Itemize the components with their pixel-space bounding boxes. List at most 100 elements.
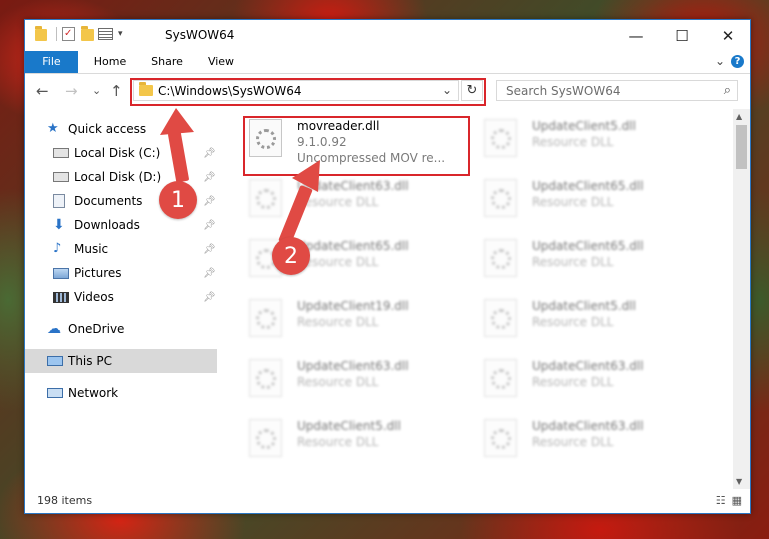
file-type: Resource DLL <box>532 375 614 389</box>
close-button[interactable]: ✕ <box>705 20 751 51</box>
downloads-icon: ⬇ <box>53 217 65 233</box>
scroll-down-icon[interactable]: ▼ <box>736 477 742 486</box>
file-item[interactable]: UpdateClient65.dll Resource DLL <box>484 239 704 299</box>
file-name: UpdateClient63.dll <box>297 179 409 193</box>
up-button[interactable]: ↑ <box>110 82 123 100</box>
sidebar-item-label: Downloads <box>74 218 140 232</box>
sidebar-item-label: Network <box>68 386 119 400</box>
sidebar-item-downloads[interactable]: ⬇ Downloads 📌︎ <box>53 213 218 237</box>
tiles-view-icon[interactable]: ▦ <box>732 494 742 507</box>
tab-view[interactable]: View <box>199 51 243 73</box>
search-placeholder: Search SysWOW64 <box>506 84 621 98</box>
dll-file-icon <box>484 359 517 397</box>
sidebar-item-onedrive[interactable]: ☁ OneDrive <box>47 317 217 341</box>
file-name: UpdateClient63.dll <box>532 359 644 373</box>
drive-icon <box>53 148 69 158</box>
sidebar-item-this-pc[interactable]: This PC <box>25 349 217 373</box>
file-name: UpdateClient5.dll <box>532 299 636 313</box>
dll-file-icon <box>484 299 517 337</box>
sidebar-item-label: Videos <box>74 290 114 304</box>
search-input[interactable]: Search SysWOW64 ⌕ <box>496 80 738 101</box>
new-folder-icon[interactable] <box>81 26 94 41</box>
pin-icon[interactable]: 📌︎ <box>203 244 216 255</box>
tab-file[interactable]: File <box>25 51 78 73</box>
quick-access-toolbar: ✓ ▾ <box>35 26 123 41</box>
pin-icon[interactable]: 📌︎ <box>203 220 216 231</box>
tab-home[interactable]: Home <box>85 51 135 73</box>
videos-icon <box>53 291 69 303</box>
file-name: UpdateClient63.dll <box>532 419 644 433</box>
sidebar-item-label: Pictures <box>74 266 122 280</box>
quick-access-dropdown-icon[interactable]: ▾ <box>118 29 123 39</box>
pin-icon[interactable]: 📌︎ <box>203 148 216 159</box>
file-item[interactable]: UpdateClient19.dll Resource DLL <box>249 299 469 359</box>
file-name: UpdateClient19.dll <box>297 299 409 313</box>
dll-file-icon <box>249 359 282 397</box>
file-type: Resource DLL <box>297 435 379 449</box>
view-toggle-group: ☷ ▦ <box>716 494 742 507</box>
file-item[interactable]: UpdateClient65.dll Resource DLL <box>484 179 704 239</box>
scroll-up-icon[interactable]: ▲ <box>736 112 742 121</box>
sidebar-item-label: Local Disk (C:) <box>74 146 161 160</box>
dll-file-icon <box>484 239 517 277</box>
network-icon <box>47 388 63 398</box>
sidebar-item-quick-access[interactable]: ★ Quick access <box>47 117 217 141</box>
minimize-button[interactable]: — <box>613 20 659 51</box>
back-button[interactable]: ← <box>36 82 49 100</box>
file-item[interactable]: UpdateClient5.dll Resource DLL <box>249 419 469 479</box>
file-type: Resource DLL <box>297 375 379 389</box>
window-title: SysWOW64 <box>165 28 235 42</box>
file-highlight <box>243 116 470 176</box>
file-name: UpdateClient65.dll <box>297 239 409 253</box>
help-icon[interactable]: ? <box>731 54 744 68</box>
file-name: UpdateClient65.dll <box>532 179 644 193</box>
sidebar-item-music[interactable]: ♪ Music 📌︎ <box>53 237 218 261</box>
file-name: UpdateClient5.dll <box>297 419 401 433</box>
sidebar-item-local-disk-d[interactable]: Local Disk (D:) 📌︎ <box>53 165 218 189</box>
sidebar-item-videos[interactable]: Videos 📌︎ <box>53 285 218 309</box>
title-bar: ✓ ▾ SysWOW64 — ☐ ✕ <box>25 20 750 51</box>
recent-locations-button[interactable]: ⌄ <box>92 84 101 97</box>
vertical-scrollbar[interactable]: ▲ ▼ <box>733 109 750 489</box>
computer-icon <box>47 356 63 366</box>
folder-icon <box>35 26 47 41</box>
file-item[interactable]: UpdateClient63.dll Resource DLL <box>484 419 704 479</box>
dll-file-icon <box>249 299 282 337</box>
file-type: Resource DLL <box>532 315 614 329</box>
star-icon: ★ <box>47 121 59 136</box>
maximize-button[interactable]: ☐ <box>659 20 705 51</box>
scrollbar-thumb[interactable] <box>736 125 747 169</box>
properties-icon[interactable]: ✓ <box>62 27 75 41</box>
customize-view-icon[interactable] <box>98 28 113 40</box>
documents-icon <box>53 194 65 208</box>
separator <box>56 27 57 41</box>
search-icon: ⌕ <box>723 83 731 98</box>
ribbon-tabs: File Home Share View ⌄ ? <box>25 51 750 74</box>
pin-icon[interactable]: 📌︎ <box>203 268 216 279</box>
file-name: UpdateClient63.dll <box>297 359 409 373</box>
details-view-icon[interactable]: ☷ <box>716 494 726 507</box>
navigation-pane: ★ Quick access Local Disk (C:) 📌︎ Local … <box>25 109 218 489</box>
file-type: Resource DLL <box>532 195 614 209</box>
pin-icon[interactable]: 📌︎ <box>203 292 216 303</box>
dll-file-icon <box>249 419 282 457</box>
dll-file-icon <box>484 179 517 217</box>
pin-icon[interactable]: 📌︎ <box>203 196 216 207</box>
file-name: UpdateClient65.dll <box>532 239 644 253</box>
expand-ribbon-icon[interactable]: ⌄ <box>715 54 725 68</box>
file-item[interactable]: UpdateClient63.dll Resource DLL <box>249 359 469 419</box>
tab-share[interactable]: Share <box>143 51 191 73</box>
file-item[interactable]: UpdateClient63.dll Resource DLL <box>484 359 704 419</box>
forward-button[interactable]: → <box>65 82 78 100</box>
sidebar-item-local-disk-c[interactable]: Local Disk (C:) 📌︎ <box>53 141 218 165</box>
drive-icon <box>53 172 69 182</box>
file-type: Resource DLL <box>532 255 614 269</box>
file-item[interactable]: UpdateClient5.dll Resource DLL <box>484 299 704 359</box>
file-item[interactable]: UpdateClient5.dll Resource DLL <box>484 119 704 179</box>
sidebar-item-pictures[interactable]: Pictures 📌︎ <box>53 261 218 285</box>
file-item[interactable]: UpdateClient63.dll Resource DLL <box>249 179 469 239</box>
pin-icon[interactable]: 📌︎ <box>203 172 216 183</box>
dll-file-icon <box>484 419 517 457</box>
sidebar-item-network[interactable]: Network <box>47 381 217 405</box>
file-type: Resource DLL <box>532 135 614 149</box>
